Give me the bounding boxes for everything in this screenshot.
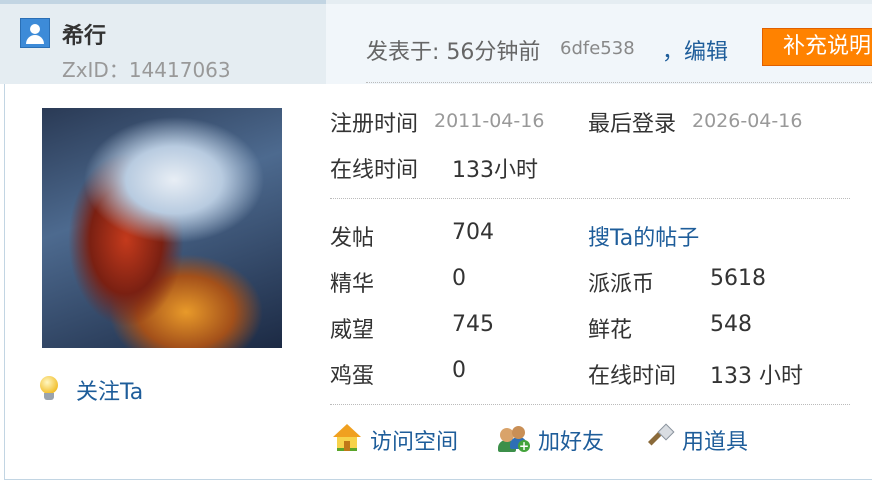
last-login-label: 最后登录 xyxy=(588,112,677,137)
home-icon xyxy=(332,424,362,454)
supplement-button[interactable]: 补充说明 xyxy=(762,28,872,66)
user-avatar-icon xyxy=(20,18,50,48)
register-time-value: 2011-04-16 xyxy=(434,110,545,132)
posts-value: 704 xyxy=(452,220,494,245)
online-time-value: 133小时 xyxy=(452,158,538,183)
divider xyxy=(330,198,850,199)
prestige-value: 745 xyxy=(452,312,494,337)
wand-icon xyxy=(644,423,675,454)
flowers-label: 鲜花 xyxy=(588,318,633,343)
user-header: 希行 ZxID：14417063 xyxy=(0,0,326,84)
flowers-value: 548 xyxy=(710,312,752,337)
username[interactable]: 希行 xyxy=(62,18,106,50)
divider xyxy=(330,404,850,405)
lightbulb-icon xyxy=(38,376,60,402)
register-time-label: 注册时间 xyxy=(330,112,419,137)
post-meta-bar: 发表于: 56分钟前 6dfe538 ，编辑 补充说明 xyxy=(326,0,872,84)
coins-label: 派派币 xyxy=(588,272,655,297)
posts-label: 发帖 xyxy=(330,226,375,251)
online-time-value-2: 133 小时 xyxy=(710,364,803,389)
last-login-value: 2026-04-16 xyxy=(692,110,803,132)
add-friend-link[interactable]: 加好友 xyxy=(538,424,604,456)
post-hash: 6dfe538 xyxy=(560,38,635,59)
follow-link[interactable]: 关注Ta xyxy=(76,374,143,406)
eggs-label: 鸡蛋 xyxy=(330,364,375,389)
divider xyxy=(366,82,872,83)
search-posts-link[interactable]: 搜Ta的帖子 xyxy=(588,220,699,252)
user-avatar-image[interactable] xyxy=(42,108,282,348)
online-time-label: 在线时间 xyxy=(330,158,419,183)
add-friend-icon: + xyxy=(498,424,530,454)
prestige-label: 威望 xyxy=(330,318,375,343)
digest-value: 0 xyxy=(452,266,466,291)
online-time-label-2: 在线时间 xyxy=(588,364,677,389)
digest-label: 精华 xyxy=(330,272,375,297)
coins-value: 5618 xyxy=(710,266,766,291)
use-item-link[interactable]: 用道具 xyxy=(682,424,748,456)
posted-time: 发表于: 56分钟前 xyxy=(366,40,541,65)
eggs-value: 0 xyxy=(452,358,466,383)
visit-space-link[interactable]: 访问空间 xyxy=(370,424,458,456)
edit-link[interactable]: ，编辑 xyxy=(662,34,728,66)
user-zxid: ZxID：14417063 xyxy=(62,58,231,82)
